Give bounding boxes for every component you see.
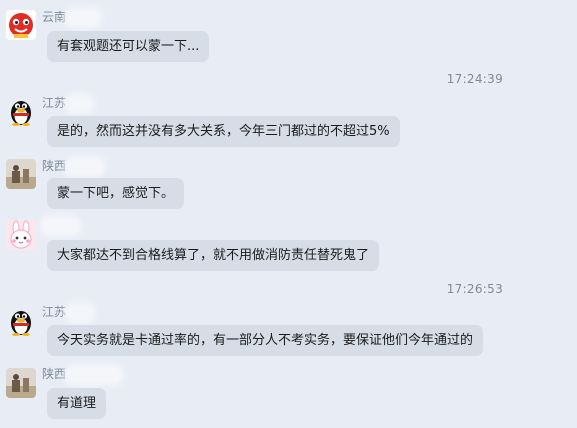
chat-history: 云南 有套观题还可以蒙一下... 17:24:39 江苏 是的，然而这并没有多大… [0, 0, 577, 428]
sender-name: 陕西 [42, 159, 103, 174]
redacted-name [44, 218, 78, 233]
photo-avatar-icon[interactable] [6, 159, 36, 189]
sender-name: 江苏 [42, 96, 91, 111]
message-bubble[interactable]: 大家都达不到合格线算了，就不用做消防责任替死鬼了 [47, 240, 380, 271]
rabbit-avatar-icon[interactable] [6, 220, 36, 250]
penguin-avatar-icon[interactable] [6, 306, 36, 336]
redacted-name [68, 159, 103, 174]
redacted-name [68, 96, 91, 111]
sender-name [42, 218, 78, 233]
message-bubble[interactable]: 今天实务就是卡通过率的，有一部分人不考实务，要保证他们今年通过的 [47, 325, 484, 356]
sender-name: 江苏 [42, 305, 93, 320]
timestamp: 17:24:39 [446, 72, 503, 86]
photo-avatar-icon[interactable] [6, 368, 36, 398]
message-bubble[interactable]: 蒙一下吧，感觉下。 [47, 178, 185, 209]
red-mascot-avatar-icon[interactable] [6, 10, 36, 40]
message-bubble[interactable]: 是的，然而这并没有多大关系，今年三门都过的不超过5% [47, 116, 400, 147]
message-bubble[interactable]: 有道理 [47, 388, 107, 419]
penguin-avatar-icon[interactable] [6, 96, 36, 126]
redacted-name [68, 10, 99, 25]
sender-name: 陕西 [42, 367, 121, 382]
timestamp: 17:26:53 [446, 282, 503, 296]
message-bubble[interactable]: 有套观题还可以蒙一下... [47, 31, 210, 62]
redacted-name [68, 367, 121, 382]
redacted-name [68, 305, 93, 320]
sender-name: 云南 [42, 10, 99, 25]
